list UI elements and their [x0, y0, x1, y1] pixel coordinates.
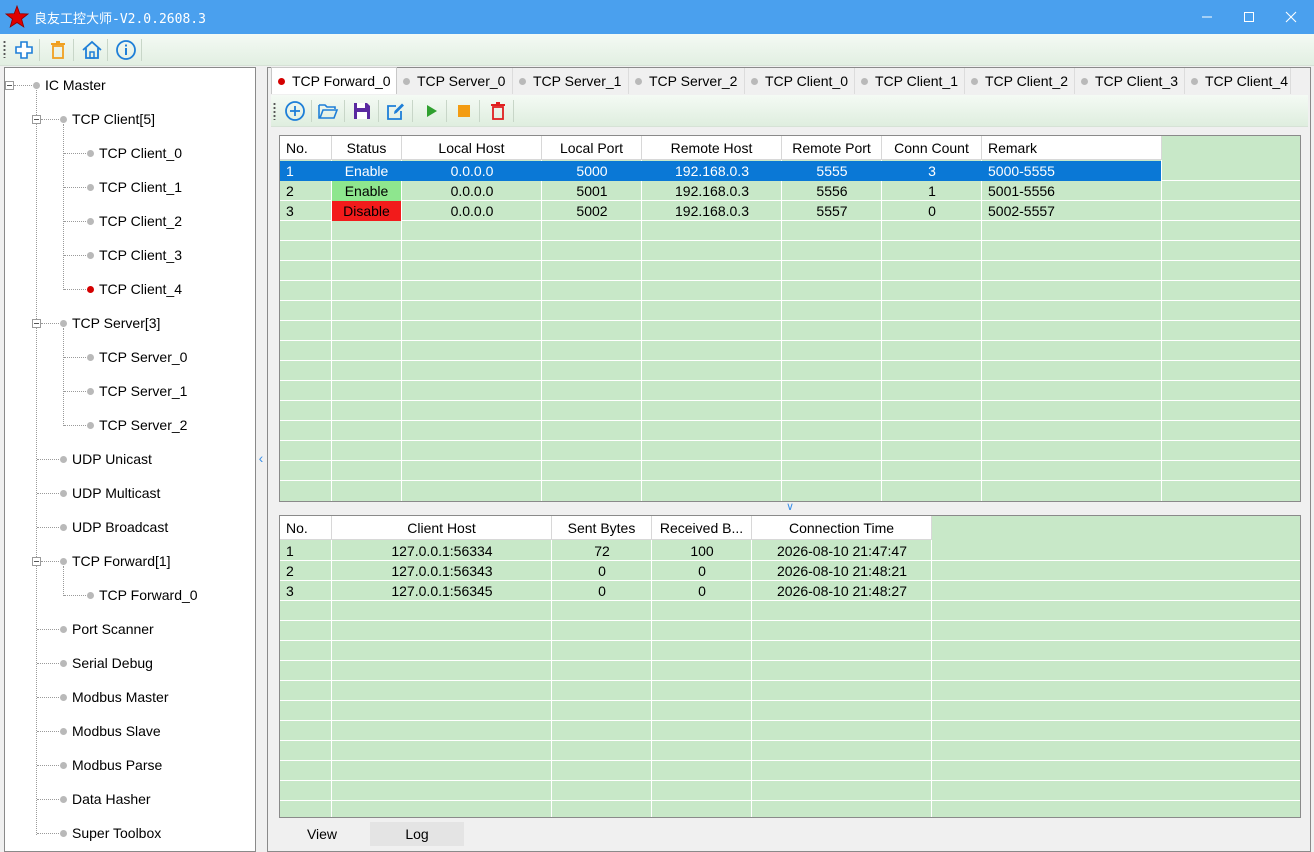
add-forward-button[interactable]	[283, 99, 307, 123]
edit-button[interactable]	[384, 99, 408, 123]
save-button[interactable]	[350, 99, 374, 123]
delete-forward-button[interactable]	[486, 99, 510, 123]
tab-tcp-server-1[interactable]: TCP Server_1	[513, 68, 629, 94]
home-button[interactable]	[80, 38, 104, 62]
table-row[interactable]: 3 Disable 0.0.0.0 5002 192.168.0.3 5557 …	[280, 201, 1161, 221]
close-icon	[1285, 11, 1297, 23]
edit-icon	[387, 103, 404, 120]
collapse-left-panel-icon[interactable]: ‹	[256, 450, 266, 466]
active-indicator-icon	[87, 286, 94, 293]
tcp-forward-expander[interactable]	[32, 557, 41, 566]
table-row[interactable]: 1 Enable 0.0.0.0 5000 192.168.0.3 5555 3…	[280, 161, 1161, 181]
column-header[interactable]: No.	[280, 516, 332, 540]
main-toolbar	[0, 34, 1314, 66]
connections-table: No. Client Host Sent Bytes Received B...…	[279, 515, 1301, 818]
status-badge: Enable	[332, 181, 401, 201]
info-icon	[116, 40, 136, 60]
toolbar-grip[interactable]	[3, 40, 6, 58]
add-icon	[15, 41, 33, 59]
column-header[interactable]: Sent Bytes	[552, 516, 652, 540]
column-header[interactable]: No.	[280, 136, 332, 160]
delete-icon	[51, 41, 65, 59]
star-logo-icon	[5, 5, 29, 28]
table-row[interactable]: 3 127.0.0.1:56345 0 0 2026-08-10 21:48:2…	[280, 581, 931, 601]
tab-tcp-server-0[interactable]: TCP Server_0	[397, 68, 513, 94]
column-header[interactable]: Local Host	[402, 136, 542, 160]
tab-tcp-client-1[interactable]: TCP Client_1	[855, 68, 965, 94]
chevron-down-icon[interactable]: ∨	[783, 501, 797, 513]
column-header[interactable]: Remote Host	[642, 136, 782, 160]
close-button[interactable]	[1268, 0, 1314, 34]
tab-log[interactable]: Log	[370, 822, 464, 846]
about-button[interactable]	[114, 38, 138, 62]
navigation-tree: IC Master TCP Client[5] TCP Client_0 TCP…	[4, 67, 256, 852]
save-icon	[354, 103, 370, 119]
table-row[interactable]: 2 127.0.0.1:56343 0 0 2026-08-10 21:48:2…	[280, 561, 931, 581]
column-header[interactable]: Local Port	[542, 136, 642, 160]
title-bar: 良友工控大师-V2.0.2608.3	[0, 0, 1314, 34]
stop-icon	[458, 105, 470, 117]
tcp-client-expander[interactable]	[32, 115, 41, 124]
tab-view[interactable]: View	[274, 822, 370, 846]
add-circle-icon	[285, 101, 305, 121]
tab-tcp-client-0[interactable]: TCP Client_0	[745, 68, 855, 94]
start-button[interactable]	[419, 99, 443, 123]
column-header[interactable]: Remote Port	[782, 136, 882, 160]
minimize-icon	[1202, 16, 1212, 18]
root-expander[interactable]	[5, 81, 14, 90]
tab-tcp-client-4[interactable]: TCP Client_4	[1185, 68, 1291, 94]
tab-tcp-server-2[interactable]: TCP Server_2	[629, 68, 745, 94]
column-header[interactable]: Remark	[982, 136, 1162, 160]
column-header[interactable]: Client Host	[332, 516, 552, 540]
column-header[interactable]: Conn Count	[882, 136, 982, 160]
column-header[interactable]: Connection Time	[752, 516, 932, 540]
status-badge: Enable	[332, 161, 401, 181]
window-title: 良友工控大师-V2.0.2608.3	[34, 12, 206, 27]
table-row[interactable]: 2 Enable 0.0.0.0 5001 192.168.0.3 5556 1…	[280, 181, 1161, 201]
add-button[interactable]	[12, 38, 36, 62]
tab-tcp-forward-0[interactable]: TCP Forward_0	[271, 67, 397, 94]
column-header[interactable]: Received B...	[652, 516, 752, 540]
column-header[interactable]: Status	[332, 136, 402, 160]
tcp-server-expander[interactable]	[32, 319, 41, 328]
maximize-button[interactable]	[1226, 0, 1272, 34]
forward-table: No. Status Local Host Local Port Remote …	[279, 135, 1301, 502]
minimize-button[interactable]	[1184, 0, 1230, 34]
start-icon	[427, 105, 437, 117]
open-folder-icon	[318, 104, 339, 119]
table-row[interactable]: 1 127.0.0.1:56334 72 100 2026-08-10 21:4…	[280, 541, 931, 561]
toolbar-grip[interactable]	[273, 102, 276, 120]
forward-toolbar	[271, 95, 1308, 127]
tab-tcp-client-3[interactable]: TCP Client_3	[1075, 68, 1185, 94]
open-button[interactable]	[316, 99, 340, 123]
delete-button[interactable]	[46, 38, 70, 62]
stop-button[interactable]	[452, 99, 476, 123]
tab-tcp-client-2[interactable]: TCP Client_2	[965, 68, 1075, 94]
maximize-icon	[1244, 12, 1254, 22]
status-badge: Disable	[332, 201, 401, 221]
home-icon	[82, 40, 102, 59]
delete-icon	[491, 102, 505, 120]
